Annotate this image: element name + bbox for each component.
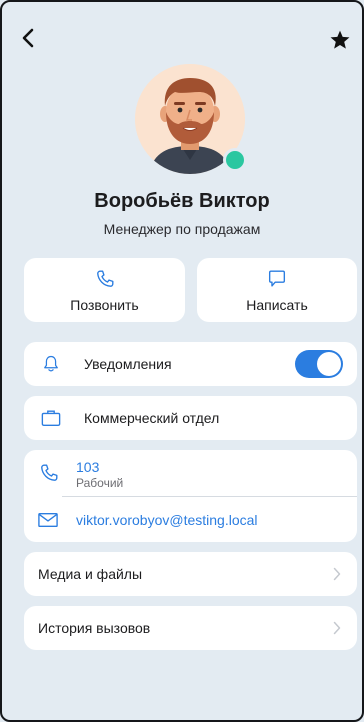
chevron-left-icon xyxy=(22,28,34,48)
online-status-indicator xyxy=(223,148,247,172)
call-button[interactable]: Позвонить xyxy=(24,258,185,322)
chevron-right-icon xyxy=(333,567,341,581)
contact-info-card: 103 Рабочий viktor.vorobyov@testing.loca… xyxy=(24,450,357,542)
chevron-right-icon xyxy=(333,621,341,635)
phone-type: Рабочий xyxy=(76,476,124,490)
notifications-toggle[interactable] xyxy=(295,350,343,378)
avatar-container xyxy=(135,64,247,174)
bell-icon xyxy=(44,355,58,372)
media-files-label: Медиа и файлы xyxy=(38,566,143,582)
phone-row[interactable]: 103 Рабочий xyxy=(24,450,357,498)
contact-name: Воробьёв Виктор xyxy=(94,190,270,212)
department-row[interactable]: Коммерческий отдел xyxy=(24,396,357,440)
message-button-label: Написать xyxy=(246,297,308,313)
top-bar xyxy=(2,2,362,66)
email-address[interactable]: viktor.vorobyov@testing.local xyxy=(76,512,258,528)
envelope-icon xyxy=(38,512,58,528)
call-history-row[interactable]: История вызовов xyxy=(24,606,357,650)
media-files-row[interactable]: Медиа и файлы xyxy=(24,552,357,596)
call-button-label: Позвонить xyxy=(70,297,139,313)
briefcase-icon xyxy=(41,410,61,426)
contact-profile-screen: Воробьёв Виктор Менеджер по продажам Поз… xyxy=(0,0,364,722)
department-label: Коммерческий отдел xyxy=(84,410,220,426)
notifications-row[interactable]: Уведомления xyxy=(24,342,357,386)
toggle-knob xyxy=(317,352,341,376)
chat-bubble-icon xyxy=(268,270,286,287)
favorite-button[interactable] xyxy=(326,26,354,54)
email-row[interactable]: viktor.vorobyov@testing.local xyxy=(24,498,357,542)
phone-number[interactable]: 103 xyxy=(76,459,99,475)
divider xyxy=(62,496,357,497)
back-button[interactable] xyxy=(16,24,40,52)
notifications-label: Уведомления xyxy=(84,356,172,372)
contact-position: Менеджер по продажам xyxy=(103,221,261,237)
phone-icon xyxy=(41,464,58,481)
star-icon xyxy=(330,30,350,49)
call-history-label: История вызовов xyxy=(38,620,151,636)
phone-icon xyxy=(96,270,113,287)
message-button[interactable]: Написать xyxy=(197,258,357,322)
